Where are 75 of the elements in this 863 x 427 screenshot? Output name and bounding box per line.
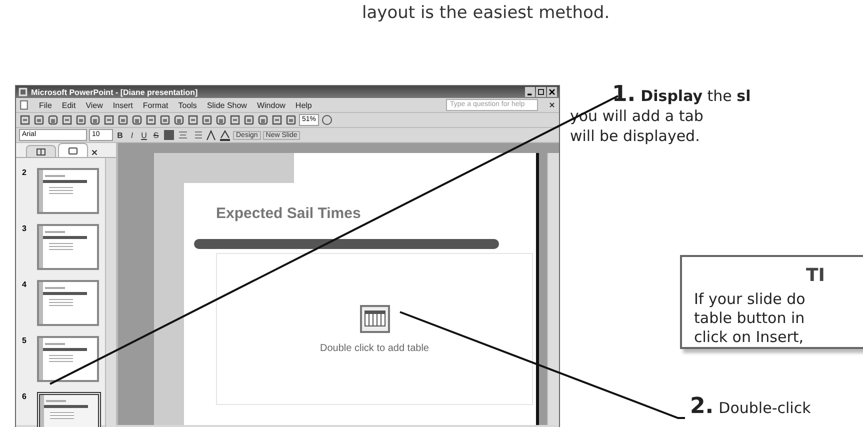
close-icon[interactable] — [548, 101, 556, 109]
toolbar-tool-icon[interactable] — [215, 114, 227, 126]
panel-tab[interactable] — [26, 145, 56, 157]
step-text: will be displayed. — [570, 126, 701, 146]
close-icon[interactable] — [547, 87, 557, 97]
slide-thumbnail[interactable] — [37, 280, 99, 326]
font-color-icon[interactable] — [219, 129, 231, 141]
menu-item[interactable]: Format — [142, 100, 168, 110]
toolbar-tool-icon[interactable] — [47, 114, 59, 126]
toolbar-tool-icon[interactable] — [187, 114, 199, 126]
minimize-icon[interactable] — [525, 87, 535, 97]
step-text: Double-click — [718, 398, 811, 418]
slide-number: 4 — [22, 280, 28, 289]
slide-number: 3 — [22, 224, 28, 233]
table-placeholder[interactable]: Double click to add table — [216, 253, 533, 405]
help-icon[interactable] — [321, 114, 334, 126]
toolbar-tool-icon[interactable] — [257, 114, 269, 126]
toolbar-tool-icon[interactable] — [271, 114, 283, 126]
toolbar-tool-icon[interactable] — [117, 114, 129, 126]
scrollbar[interactable] — [547, 153, 559, 425]
intro-text: layout is the easiest method. — [362, 3, 610, 23]
slide-thumbnail[interactable] — [37, 336, 99, 382]
toolbar-tool-icon[interactable] — [89, 114, 101, 126]
step-text: Display the sl — [640, 86, 751, 106]
toolbar-tool-icon[interactable] — [145, 114, 157, 126]
menu-item[interactable]: Insert — [112, 100, 133, 110]
slide-title: Expected Sail Times — [216, 205, 361, 222]
toolbar-tool-icon[interactable] — [173, 114, 185, 126]
toolbar-tool-icon[interactable] — [131, 114, 143, 126]
toolbar-tool-icon[interactable] — [19, 114, 31, 126]
slide-thumbnail[interactable] — [37, 224, 99, 270]
outline-icon[interactable] — [36, 148, 46, 156]
format-button[interactable]: I — [127, 130, 137, 140]
menu-item[interactable]: Slide Show — [206, 100, 247, 110]
menu-item[interactable]: View — [86, 100, 103, 110]
menu-item[interactable]: Window — [256, 100, 286, 110]
toolbar-tool-icon[interactable] — [229, 114, 241, 126]
document-icon[interactable] — [19, 100, 29, 110]
panel-tab[interactable] — [58, 143, 88, 157]
tip-text: table button in — [694, 309, 806, 328]
scrollbar[interactable] — [105, 158, 116, 427]
toolbar-tool-icon[interactable] — [201, 114, 213, 126]
tip-title: TI — [806, 265, 825, 286]
slide-number: 2 — [22, 168, 28, 177]
toolbar-tool-icon[interactable] — [243, 114, 255, 126]
toolbar-tool-icon[interactable] — [61, 114, 73, 126]
slide-number: 5 — [22, 336, 28, 345]
slide-thumbnail[interactable] — [37, 392, 101, 427]
tip-text: click on Insert, — [694, 328, 805, 347]
toolbar-tool-icon[interactable] — [33, 114, 45, 126]
slide-thumbnail[interactable] — [37, 168, 99, 214]
restore-icon[interactable] — [536, 87, 546, 97]
close-icon[interactable] — [90, 148, 99, 157]
toolbar-tool-icon[interactable] — [103, 114, 115, 126]
tip-text: If your slide do — [694, 290, 806, 309]
step-number: 1. — [612, 85, 636, 105]
align-center-icon[interactable] — [177, 129, 189, 141]
toolbar-tool-icon[interactable] — [75, 114, 87, 126]
slide-icon[interactable] — [68, 146, 78, 154]
table-icon[interactable] — [360, 304, 390, 332]
format-button[interactable]: S — [151, 130, 161, 140]
toolbar-tool-icon[interactable] — [285, 114, 297, 126]
menu-item[interactable]: Edit — [62, 100, 76, 110]
toolbar-tool-icon[interactable] — [159, 114, 171, 126]
menu-item[interactable]: Tools — [178, 100, 197, 110]
font-grow-icon[interactable] — [205, 129, 217, 141]
placeholder-text: Double click to add table — [320, 342, 429, 354]
menu-item[interactable]: File — [39, 100, 52, 110]
window-title: Microsoft PowerPoint - [Diane presentation] — [31, 88, 199, 96]
slide-number: 6 — [22, 392, 28, 401]
format-button[interactable]: B — [115, 130, 125, 140]
step-number: 2. — [690, 397, 714, 417]
format-button[interactable]: U — [139, 130, 149, 140]
powerpoint-logo-icon[interactable] — [18, 87, 28, 97]
menu-item[interactable]: Help — [295, 100, 312, 110]
